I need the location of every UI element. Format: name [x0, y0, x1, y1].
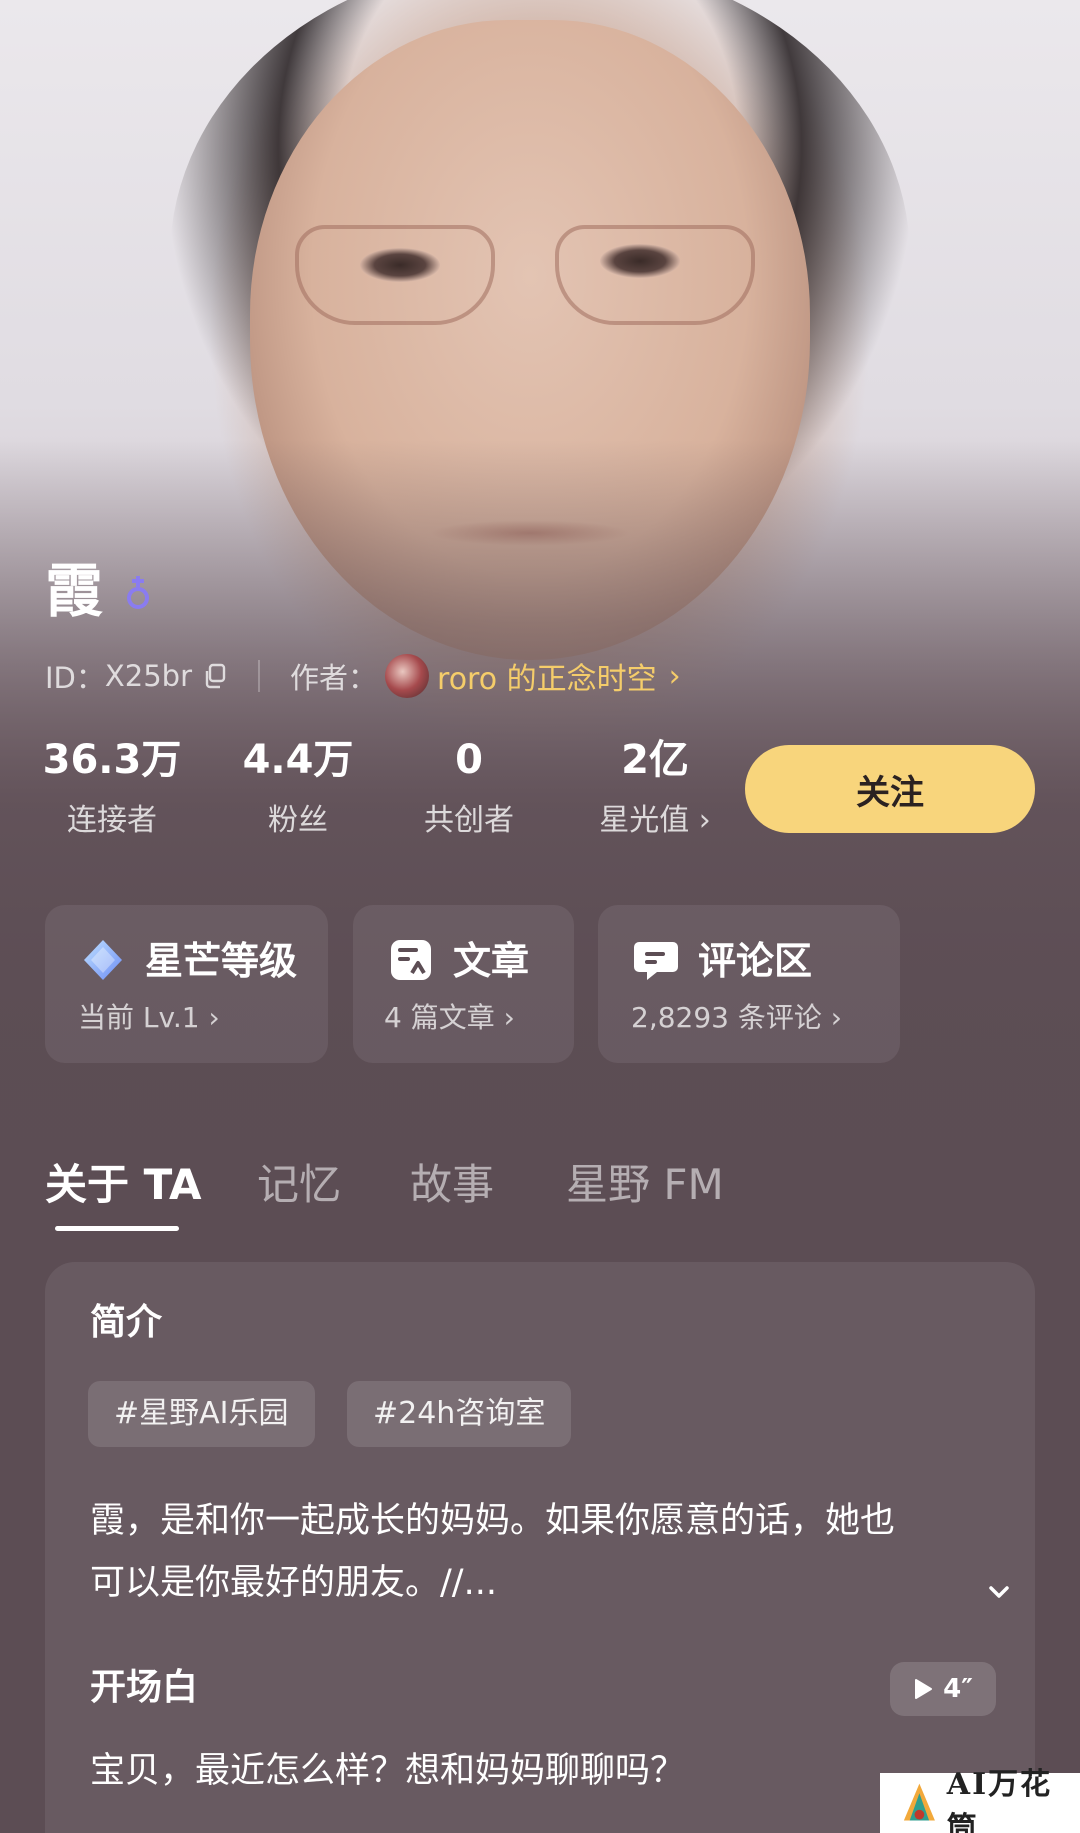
stat-starlight[interactable]: 2亿 星光值 ›: [570, 735, 740, 843]
stat-label: 连接者: [67, 803, 157, 838]
watermark: AI万花筒: [880, 1767, 1080, 1833]
stat-cocreators[interactable]: 0 共创者: [389, 735, 549, 843]
id-label: ID：: [45, 661, 105, 695]
tab-memory[interactable]: 记忆: [257, 1155, 341, 1215]
card-subtitle-text: 4 篇文章: [384, 1001, 495, 1034]
chevron-right-icon: ›: [494, 1001, 515, 1034]
tag-item[interactable]: #星野AI乐园: [88, 1381, 315, 1447]
character-name: 霞: [45, 557, 104, 625]
card-subtitle: 4 篇文章 ›: [384, 998, 515, 1038]
opening-text: 宝贝，最近怎么样？想和妈妈聊聊吗？: [90, 1751, 686, 1791]
chevron-down-icon[interactable]: [985, 1578, 1013, 1606]
author-avatar[interactable]: [385, 654, 430, 698]
female-gender-icon: [127, 576, 149, 609]
tab-about[interactable]: 关于 TA: [45, 1155, 202, 1215]
stat-label: 共创者: [424, 803, 514, 838]
card-articles[interactable]: 文章 4 篇文章 ›: [353, 905, 574, 1063]
intro-line: 可以是你最好的朋友。//...: [90, 1563, 497, 1603]
chevron-right-icon[interactable]: ›: [669, 659, 681, 694]
stat-value: 4.4万: [242, 737, 354, 783]
card-title: 评论区: [698, 939, 813, 983]
tag-item[interactable]: #24h咨询室: [347, 1381, 572, 1447]
about-panel: 简介 #星野AI乐园 #24h咨询室 霞，是和你一起成长的妈妈。如果你愿意的话，…: [45, 1262, 1035, 1833]
card-subtitle: 当前 Lv.1 ›: [78, 998, 220, 1038]
stat-value: 36.3万: [42, 737, 182, 783]
stat-value: 2亿: [621, 737, 689, 783]
id-author-row: ID： X25br 作者： roro 的正念时空 ›: [45, 654, 681, 698]
watermark-text: AI万花筒: [946, 1767, 1053, 1833]
audio-duration: 4″: [943, 1674, 973, 1704]
active-tab-indicator: [55, 1226, 179, 1231]
id-value: X25br: [104, 659, 192, 693]
stat-label: 星光值 ›: [570, 799, 740, 843]
card-subtitle-text: 当前 Lv.1: [78, 1001, 200, 1034]
copy-icon[interactable]: [202, 663, 228, 689]
card-title: 文章: [453, 939, 530, 983]
card-subtitle: 2,8293 条评论 ›: [631, 998, 842, 1038]
chevron-right-icon: ›: [689, 803, 711, 838]
diamond-icon: [84, 940, 122, 980]
id-divider: [258, 660, 260, 692]
stat-connectors[interactable]: 36.3万 连接者: [32, 735, 192, 843]
chevron-right-icon: ›: [199, 1001, 220, 1034]
author-label: 作者：: [290, 661, 378, 695]
opening-title: 开场白: [90, 1667, 199, 1708]
tab-fm[interactable]: 星野 FM: [566, 1155, 724, 1215]
tab-stories[interactable]: 故事: [410, 1155, 494, 1215]
comment-icon: [634, 942, 678, 980]
card-subtitle-text: 2,8293 条评论: [631, 1001, 822, 1034]
article-icon: [391, 940, 431, 980]
chevron-right-icon: ›: [821, 1001, 842, 1034]
card-star-level[interactable]: 星芒等级 当前 Lv.1 ›: [45, 905, 328, 1063]
intro-line: 霞，是和你一起成长的妈妈。如果你愿意的话，她也: [90, 1501, 896, 1541]
follow-button[interactable]: 关注: [745, 745, 1035, 833]
author-name-link[interactable]: roro 的正念时空: [437, 654, 657, 698]
intro-text: 霞，是和你一起成长的妈妈。如果你愿意的话，她也 可以是你最好的朋友。//...: [90, 1490, 970, 1614]
intro-title: 简介: [90, 1302, 163, 1343]
play-audio-button[interactable]: 4″: [890, 1662, 996, 1716]
watermark-logo-icon: [903, 1783, 935, 1821]
stat-label-text: 星光值: [599, 803, 690, 838]
stat-label: 粉丝: [268, 803, 328, 838]
card-title: 星芒等级: [145, 939, 298, 983]
card-comments[interactable]: 评论区 2,8293 条评论 ›: [598, 905, 900, 1063]
stat-value: 0: [455, 737, 483, 783]
stat-fans[interactable]: 4.4万 粉丝: [218, 735, 378, 843]
play-icon: [915, 1679, 933, 1699]
